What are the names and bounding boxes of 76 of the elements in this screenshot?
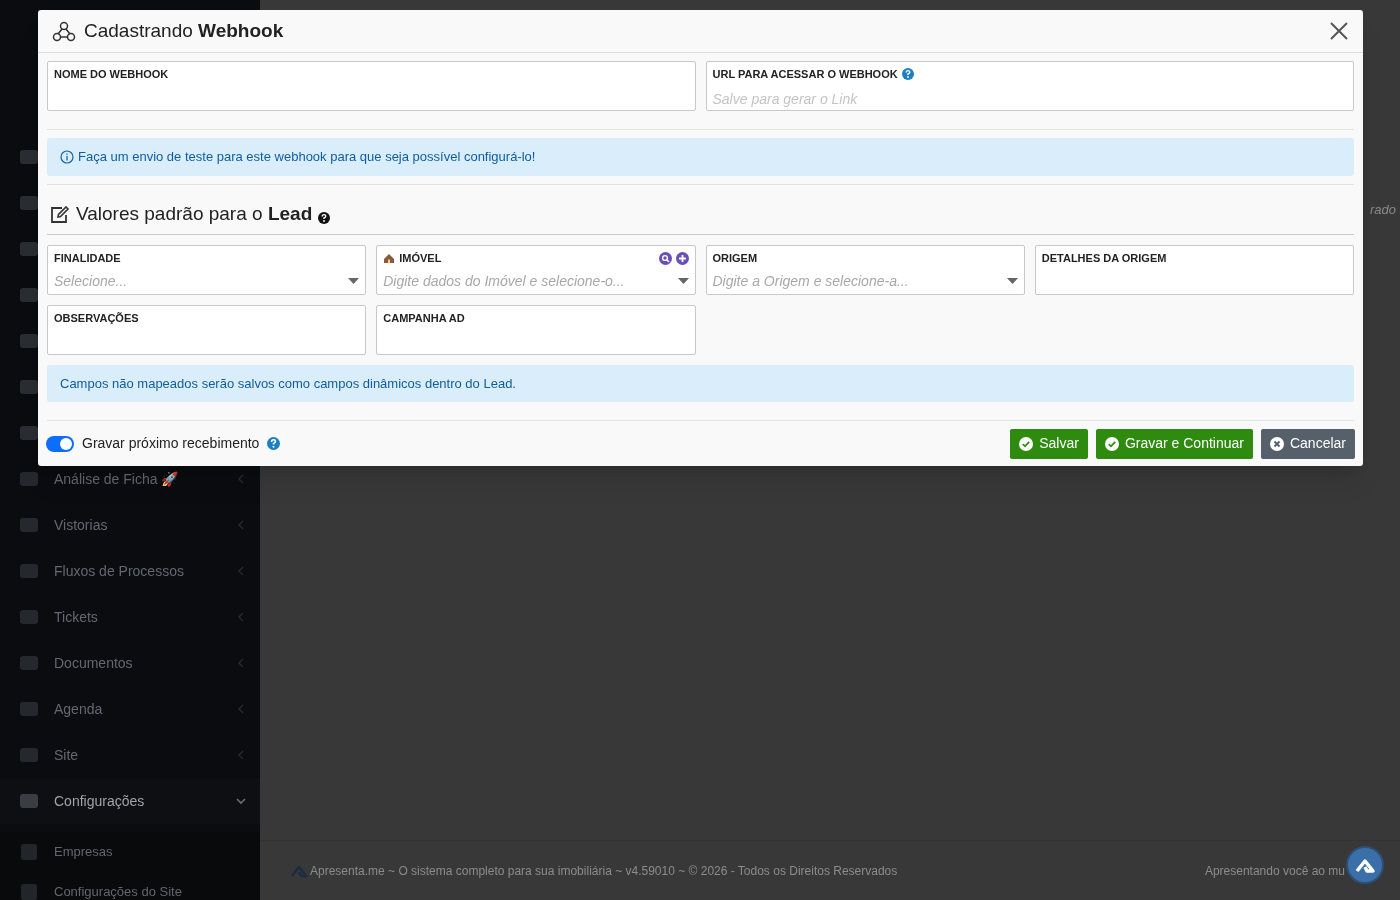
select-field[interactable]: FINALIDADE Selecione...: [47, 245, 367, 295]
sidebar-item[interactable]: Fluxos de Processos: [54, 560, 222, 582]
info-text: Faça um envio de teste para este webhook para que seja possível configurá-lo!: [78, 148, 536, 167]
submenu-item[interactable]: Empresas: [54, 842, 113, 862]
select-field[interactable]: IMÓVEL Digite dados do Imóvel e selecione-o...: [376, 245, 696, 295]
sidebar-item[interactable]: Tickets: [54, 606, 222, 628]
footer-text: Apresenta.me ~ O sistema completo para sua imobiliária ~ v4.59010 ~ © 2026 - Todos os Direitos Reservados: [310, 862, 898, 880]
menu-icon: [18, 561, 40, 581]
check-icon: [1104, 436, 1119, 451]
field-label: CAMPANHA AD: [383, 311, 465, 326]
submenu-item[interactable]: Configurações do Site: [54, 882, 182, 900]
select-field[interactable]: ORIGEM Digite a Origem e selecione-a...: [705, 245, 1025, 295]
menu-icon: [18, 882, 40, 900]
status-text: rado: [1369, 201, 1396, 219]
sidebar-item[interactable]: Agenda: [54, 698, 222, 720]
field-label: ORIGEM: [712, 251, 758, 266]
menu-icon: [18, 377, 40, 397]
menu-icon: [18, 239, 40, 259]
menu-icon: [18, 331, 40, 351]
menu-icon: [18, 653, 40, 673]
info-icon: [60, 150, 74, 164]
field-label: NOME DO WEBHOOK: [54, 67, 169, 82]
house-icon: [383, 252, 396, 264]
note-text: Campos não mapeados serão salvos como campos dinâmicos dentro do Lead.: [60, 374, 516, 393]
toggle-switch[interactable]: [46, 435, 74, 452]
menu-icon: [18, 469, 40, 489]
section-title: Valores padrão para o Lead: [76, 202, 313, 227]
add-icon[interactable]: [675, 251, 689, 265]
text-field[interactable]: DETALHES DA ORIGEM: [1034, 245, 1354, 295]
toggle-label: Gravar próximo recebimento: [82, 434, 260, 453]
chat-button[interactable]: [1346, 846, 1384, 884]
logo-icon: [290, 863, 308, 878]
field-placeholder: Selecione...: [54, 271, 129, 291]
logo-icon: [1354, 856, 1376, 874]
sidebar-item[interactable]: Site: [54, 744, 222, 766]
menu-icon: [18, 193, 40, 213]
menu-icon: [18, 607, 40, 627]
menu-icon: [18, 842, 40, 862]
close-icon: [1269, 436, 1284, 451]
sidebar-item[interactable]: Documentos: [54, 652, 222, 674]
sidebar-item[interactable]: Vistorias: [54, 514, 222, 536]
field-placeholder: Digite a Origem e selecione-a...: [712, 271, 910, 291]
field-placeholder: Digite dados do Imóvel e selecione-o...: [383, 271, 626, 291]
text-field[interactable]: URL PARA ACESSAR O WEBHOOK Salve para gerar o Link: [705, 61, 1354, 111]
field-label: FINALIDADE: [54, 251, 121, 266]
dropdown-caret-icon: [348, 278, 360, 284]
modal-title: Cadastrando Webhook: [84, 18, 284, 43]
dropdown-caret-icon: [1006, 278, 1018, 284]
menu-icon: [18, 745, 40, 765]
menu-icon: [18, 515, 40, 535]
menu-icon: [18, 147, 40, 167]
menu-icon: [18, 791, 40, 811]
field-placeholder: Salve para gerar o Link: [712, 89, 859, 109]
edit-icon: [50, 205, 70, 224]
field-label: URL PARA ACESSAR O WEBHOOK: [712, 67, 898, 82]
check-icon: [1019, 436, 1034, 451]
field-label: OBSERVAÇÕES: [54, 311, 139, 326]
text-field[interactable]: CAMPANHA AD: [376, 305, 696, 355]
save-button[interactable]: Salvar: [1010, 428, 1088, 459]
dropdown-caret-icon: [677, 278, 689, 284]
field-label: DETALHES DA ORIGEM: [1041, 251, 1167, 266]
text-field[interactable]: NOME DO WEBHOOK: [47, 61, 696, 111]
search-icon[interactable]: [658, 251, 672, 265]
footer-text: Apresentando você ao mu: [1204, 862, 1345, 880]
field-label: IMÓVEL: [399, 251, 442, 266]
help-icon[interactable]: [318, 212, 331, 224]
save-button[interactable]: Gravar e Continuar: [1095, 428, 1253, 459]
sidebar-item[interactable]: Configurações: [54, 790, 222, 812]
text-field[interactable]: OBSERVAÇÕES: [47, 305, 367, 355]
close-icon[interactable]: [1329, 21, 1349, 41]
menu-icon: [18, 699, 40, 719]
menu-icon: [18, 285, 40, 305]
sidebar-item[interactable]: Análise de Ficha 🚀: [54, 468, 222, 490]
menu-icon: [18, 423, 40, 443]
cancel-button[interactable]: Cancelar: [1260, 428, 1355, 459]
webhook-icon: [52, 20, 76, 42]
